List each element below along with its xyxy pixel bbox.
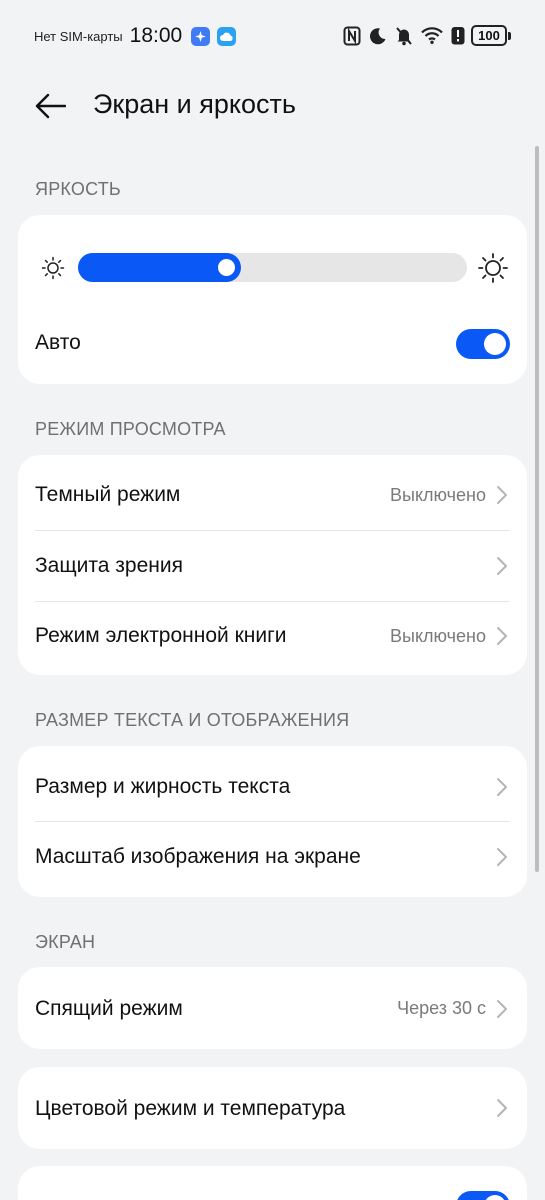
chevron-right-icon <box>497 486 507 504</box>
section-brightness: ЯРКОСТЬ <box>35 179 121 199</box>
chevron-right-icon <box>497 848 507 866</box>
display-scale-row[interactable]: Масштаб изображения на экране <box>18 822 527 897</box>
battery-icon: 100 <box>471 25 511 46</box>
page-title: Экран и яркость <box>93 89 296 119</box>
auto-brightness-toggle[interactable] <box>456 329 510 359</box>
status-bar: Нет SIM-карты 18:00 100 <box>0 0 545 74</box>
chevron-right-icon <box>497 778 507 796</box>
sun-small-icon <box>41 256 65 280</box>
sleep-row[interactable]: Спящий режим Через 30 с <box>18 967 527 1049</box>
eye-comfort-label: Защита зрения <box>35 554 183 577</box>
dark-mode-value: Выключено <box>390 485 486 505</box>
moon-icon <box>369 27 387 45</box>
section-text-size: РАЗМЕР ТЕКСТА И ОТОБРАЖЕНИЯ <box>35 710 350 730</box>
toggle-knob <box>484 1195 506 1200</box>
text-size-card: Размер и жирность текста Масштаб изображ… <box>18 746 527 897</box>
chevron-right-icon <box>497 557 507 575</box>
color-mode-label: Цветовой режим и температура <box>35 1097 346 1120</box>
status-right: 100 <box>335 25 511 46</box>
ebook-mode-row[interactable]: Режим электронной книги Выключено <box>18 602 527 675</box>
wifi-icon <box>421 27 443 44</box>
partial-toggle[interactable] <box>456 1191 510 1200</box>
battery-saver-icon <box>451 26 465 45</box>
sleep-label: Спящий режим <box>35 997 183 1020</box>
brightness-slider[interactable] <box>78 253 467 282</box>
section-screen: ЭКРАН <box>35 932 96 952</box>
bell-off-icon <box>395 26 413 46</box>
view-mode-card: Темный режим Выключено Защита зрения Реж… <box>18 455 527 675</box>
chevron-right-icon <box>497 627 507 645</box>
sun-large-icon <box>478 253 508 283</box>
eye-comfort-row[interactable]: Защита зрения <box>18 531 527 601</box>
brightness-slider-fill <box>78 253 241 282</box>
dark-mode-row[interactable]: Темный режим Выключено <box>18 455 527 530</box>
app-header: Экран и яркость <box>0 74 545 138</box>
section-view-mode: РЕЖИМ ПРОСМОТРА <box>35 419 226 439</box>
color-mode-row[interactable]: Цветовой режим и температура <box>18 1067 527 1149</box>
arrow-left-icon <box>35 93 66 119</box>
sleep-value: Через 30 с <box>397 998 486 1018</box>
clock: 18:00 <box>129 24 183 47</box>
nfc-icon <box>343 26 361 46</box>
text-size-row[interactable]: Размер и жирность текста <box>18 746 527 821</box>
app-badge-icon <box>191 26 211 46</box>
dark-mode-label: Темный режим <box>35 483 181 506</box>
text-size-label: Размер и жирность текста <box>35 775 291 798</box>
chevron-right-icon <box>497 1099 507 1117</box>
chevron-right-icon <box>497 1000 507 1018</box>
auto-brightness-row[interactable]: Авто <box>18 319 527 369</box>
toggle-knob <box>484 333 506 355</box>
back-button[interactable] <box>34 88 72 124</box>
color-mode-card: Цветовой режим и температура <box>18 1067 527 1149</box>
brightness-slider-thumb[interactable] <box>218 259 235 276</box>
scrollbar[interactable] <box>535 146 539 872</box>
ebook-mode-label: Режим электронной книги <box>35 624 287 647</box>
carrier-text: Нет SIM-карты <box>34 28 123 44</box>
cloud-icon <box>217 26 237 46</box>
auto-brightness-label: Авто <box>35 331 81 354</box>
sleep-card: Спящий режим Через 30 с <box>18 967 527 1049</box>
display-scale-label: Масштаб изображения на экране <box>35 845 361 868</box>
partial-card <box>18 1166 527 1200</box>
brightness-card: Авто <box>18 215 527 384</box>
battery-level: 100 <box>471 25 507 46</box>
status-left: Нет SIM-карты 18:00 <box>34 24 243 48</box>
ebook-mode-value: Выключено <box>390 626 486 646</box>
